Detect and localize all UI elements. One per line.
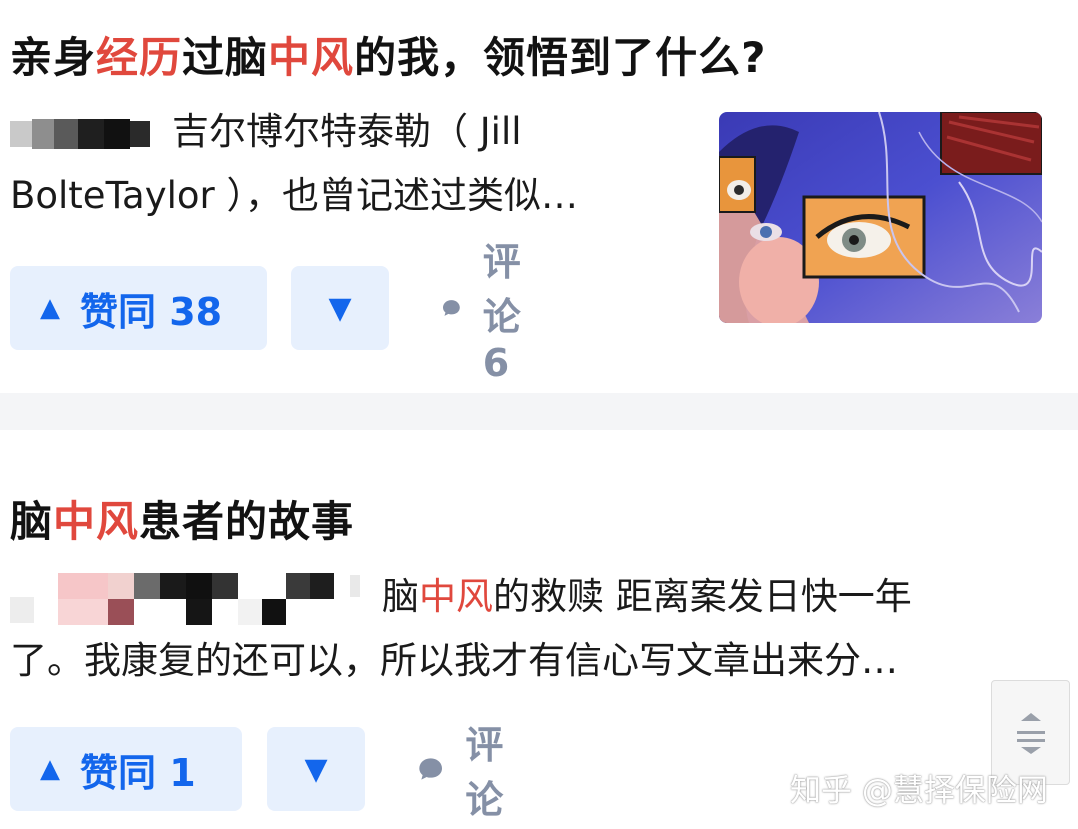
answer-card-1[interactable]: 亲身经历过脑中风的我，领悟到了什么? 吉尔博尔特泰勒（ Jill BolteTa… xyxy=(0,0,1078,393)
excerpt-line: 脑中风的救赎 距离案发日快一年 xyxy=(10,565,1050,629)
title-highlight: 中风 xyxy=(53,497,140,546)
card-separator xyxy=(0,393,1078,430)
upvote-label: 赞同 1 xyxy=(80,750,196,795)
downvote-button[interactable]: ▼ xyxy=(267,727,365,811)
comment-button[interactable]: 评论 xyxy=(418,723,516,822)
excerpt-text: 吉尔博尔特泰勒（ Jill xyxy=(172,110,522,153)
speech-bubble-icon xyxy=(419,758,442,780)
card-title[interactable]: 亲身经历过脑中风的我，领悟到了什么? xyxy=(10,24,766,85)
title-text: 患者的故事 xyxy=(139,497,355,546)
comment-button[interactable]: 评论 6 xyxy=(442,240,540,385)
title-text: 脑 xyxy=(10,497,54,546)
title-highlight: 中风 xyxy=(268,33,355,82)
excerpt-text: 的救赎 距离案发日快一年 xyxy=(493,575,912,618)
title-text: 亲身 xyxy=(10,33,97,82)
excerpt-line: 了。我康复的还可以，所以我才有信心写文章出来分… xyxy=(10,639,898,682)
title-text: 过脑 xyxy=(182,33,269,82)
title-highlight: 经历 xyxy=(96,33,183,82)
upvote-button[interactable]: ▲ 赞同 38 xyxy=(10,266,267,350)
triangle-down-icon: ▼ xyxy=(304,751,328,787)
excerpt-line: BolteTaylor ），也曾记述过类似… xyxy=(10,174,579,217)
triangle-down-icon: ▼ xyxy=(328,290,352,326)
triangle-up-icon: ▲ xyxy=(40,293,60,323)
card-title[interactable]: 脑中风患者的故事 xyxy=(10,488,354,549)
blurred-author-name xyxy=(10,572,360,625)
speech-bubble-icon xyxy=(442,300,460,316)
upvote-label: 赞同 38 xyxy=(80,289,223,334)
scroll-top-icon xyxy=(1016,712,1045,754)
excerpt[interactable]: 脑中风的救赎 距离案发日快一年 了。我康复的还可以，所以我才有信心写文章出来分… xyxy=(10,565,1050,693)
downvote-button[interactable]: ▼ xyxy=(291,266,389,350)
title-text: 的我，领悟到了什么? xyxy=(354,33,767,82)
upvote-button[interactable]: ▲ 赞同 1 xyxy=(10,727,242,811)
answer-thumbnail[interactable] xyxy=(719,112,1042,323)
triangle-up-icon: ▲ xyxy=(40,754,60,784)
blurred-author-name xyxy=(10,118,150,149)
thumbnail-illustration xyxy=(719,112,1042,323)
excerpt[interactable]: 吉尔博尔特泰勒（ Jill BolteTaylor ），也曾记述过类似… xyxy=(10,100,700,228)
comment-label: 评论 6 xyxy=(482,240,521,385)
excerpt-line: 吉尔博尔特泰勒（ Jill xyxy=(10,100,700,164)
comment-label: 评论 xyxy=(465,723,504,822)
excerpt-text: 脑 xyxy=(382,575,419,618)
watermark: 知乎 @慧择保险网 xyxy=(790,773,1048,809)
excerpt-highlight: 中风 xyxy=(419,575,493,618)
